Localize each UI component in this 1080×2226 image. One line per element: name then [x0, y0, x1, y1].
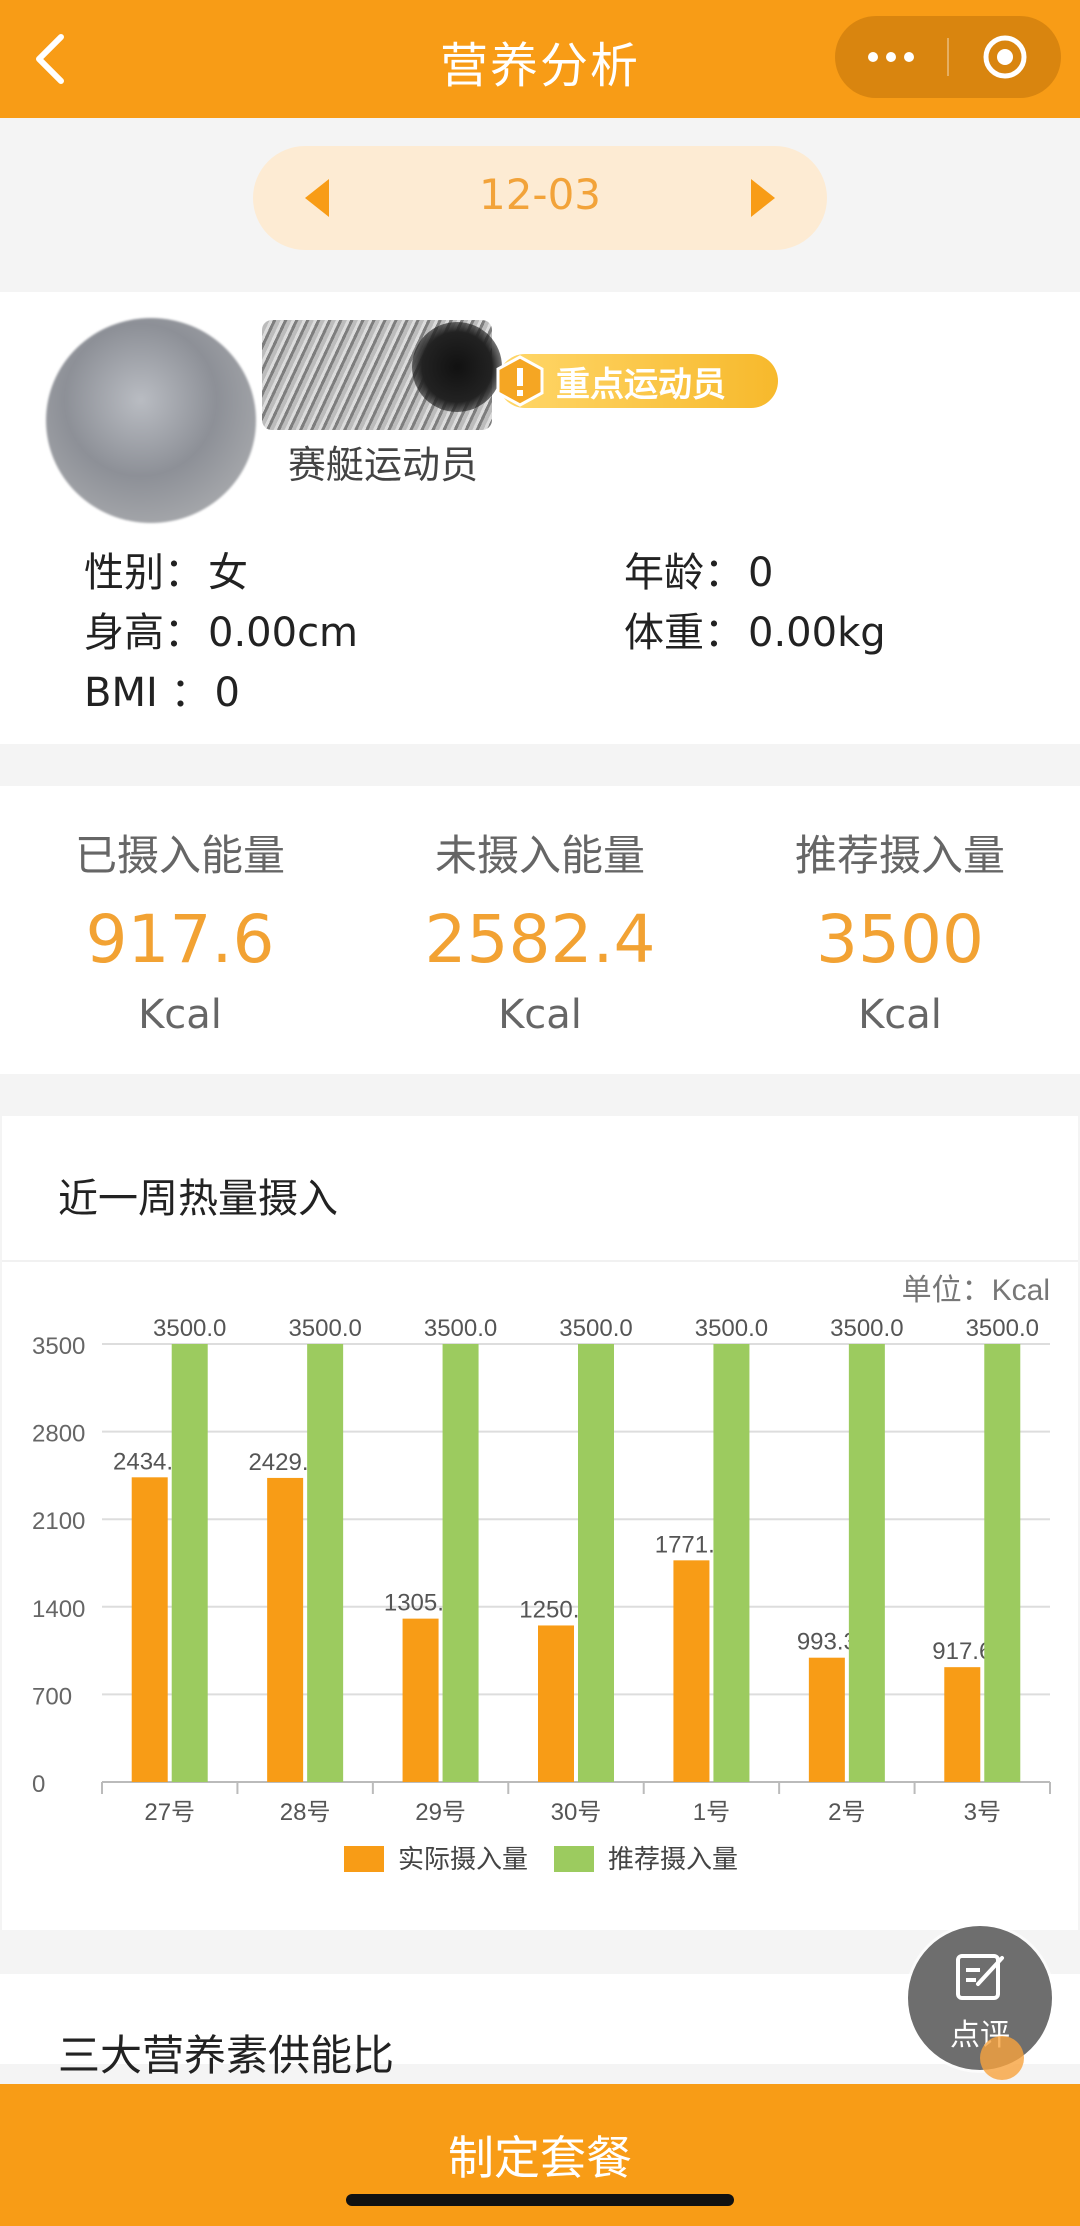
recommended-intake-bar: [848, 1344, 885, 1782]
more-dot: [886, 52, 896, 62]
bar-data-label: 3500.0: [424, 1315, 497, 1342]
close-button[interactable]: [949, 16, 1061, 98]
weight-row: 体重： 0.00kg: [624, 600, 886, 658]
energy-consumed-value: 917.6: [85, 901, 275, 978]
bmi-value: 0: [214, 670, 240, 716]
x-tick-label: 30号: [551, 1799, 602, 1826]
energy-remaining-label: 未摄入能量: [434, 831, 645, 880]
y-tick-label: 1400: [32, 1596, 85, 1623]
weekly-intake-chart: 单位：Kcal0700140021002800350027号2434.73500…: [32, 1274, 1051, 1874]
comment-indicator-dot: [980, 2036, 1024, 2080]
chart-unit-label: 单位：Kcal: [902, 1274, 1050, 1307]
bmi-row: BMI ： 0: [84, 660, 240, 718]
recommended-intake-bar: [442, 1344, 479, 1782]
y-tick-label: 0: [32, 1771, 45, 1798]
age-value: 0: [748, 550, 774, 596]
energy-recommended-unit: Kcal: [858, 992, 942, 1038]
x-tick-label: 1号: [693, 1799, 730, 1826]
energy-consumed-label: 已摄入能量: [74, 831, 285, 880]
recommended-intake-bar: [984, 1344, 1021, 1782]
legend-swatch: [344, 1846, 384, 1872]
actual-intake-bar: [944, 1667, 981, 1782]
key-athlete-badge: 重点运动员: [496, 354, 778, 408]
x-tick-label: 2号: [828, 1799, 865, 1826]
mini-program-capsule: [835, 16, 1061, 98]
y-tick-label: 2100: [32, 1508, 85, 1535]
more-dot: [904, 52, 914, 62]
bar-data-label: 3500.0: [695, 1315, 768, 1342]
recommended-intake-bar: [578, 1344, 614, 1782]
bar-data-label: 993.3: [797, 1629, 857, 1656]
legend-label: 实际摄入量: [398, 1844, 528, 1874]
triangle-right-icon: [751, 179, 775, 217]
more-button[interactable]: [835, 16, 947, 98]
more-dots-icon: [868, 52, 878, 62]
legend-label: 推荐摄入量: [608, 1844, 738, 1874]
bar-data-label: 917.6: [932, 1638, 992, 1665]
energy-remaining-value: 2582.4: [424, 901, 656, 978]
x-tick-label: 27号: [144, 1799, 195, 1826]
x-tick-label: 28号: [280, 1799, 331, 1826]
age-label: 年龄：: [624, 550, 744, 596]
comment-button[interactable]: 点评: [908, 1926, 1052, 2070]
actual-intake-bar: [673, 1560, 710, 1782]
next-day-button[interactable]: [735, 170, 791, 226]
athlete-profile-card: 重点运动员 赛艇运动员 性别：女 年龄： 0 身高： 0.00cm 体重： 0.00k…: [0, 292, 1080, 744]
y-tick-label: 3500: [32, 1333, 85, 1360]
bar-data-label: 3500.0: [966, 1315, 1039, 1342]
actual-intake-bar: [538, 1625, 574, 1782]
y-tick-label: 700: [32, 1683, 72, 1710]
energy-recommended-value: 3500: [816, 901, 984, 978]
edit-note-icon: [956, 1954, 1004, 2000]
weight-value: 0.00kg: [748, 610, 886, 656]
nutrient-ratio-title: 三大营养素供能比: [58, 2031, 395, 2080]
energy-consumed: 已摄入能量 917.6 Kcal: [0, 786, 360, 1038]
weekly-intake-card: 近一周热量摄入 单位：Kcal 0 700 1400 2100 2800 3500 27号 24…: [2, 1116, 1078, 1930]
recommended-intake-bar: [307, 1344, 344, 1782]
date-navigator: 12-03: [253, 146, 827, 250]
bar-data-label: 3500.0: [830, 1315, 903, 1342]
energy-remaining-unit: Kcal: [498, 992, 582, 1038]
avatar: [46, 318, 256, 523]
energy-consumed-unit: Kcal: [138, 992, 222, 1038]
weight-label: 体重：: [624, 610, 744, 656]
make-meal-plan-button[interactable]: 制定套餐: [0, 2122, 1080, 2188]
legend-swatch: [554, 1846, 594, 1872]
redacted-mark: [412, 322, 502, 412]
energy-recommended-label: 推荐摄入量: [794, 831, 1005, 880]
height-value: 0.00cm: [208, 610, 359, 656]
energy-summary: 已摄入能量 917.6 Kcal 未摄入能量 2582.4 Kcal 推荐摄入量…: [0, 786, 1080, 1074]
energy-remaining: 未摄入能量 2582.4 Kcal: [360, 786, 720, 1038]
height-row: 身高： 0.00cm: [84, 600, 358, 658]
bar-data-label: 3500.0: [288, 1315, 361, 1342]
age-row: 年龄： 0: [624, 540, 773, 598]
gender-value: 女: [208, 550, 248, 596]
target-close-icon: [983, 35, 1027, 79]
x-tick-label: 3号: [964, 1799, 1001, 1826]
recommended-intake-bar: [171, 1344, 208, 1782]
exclamation-shield-icon: [492, 353, 548, 409]
energy-recommended: 推荐摄入量 3500 Kcal: [720, 786, 1080, 1038]
x-tick-label: 29号: [415, 1799, 466, 1826]
badge-label: 重点运动员: [556, 364, 726, 405]
home-indicator: [346, 2194, 734, 2206]
sport-label: 赛艇运动员: [288, 443, 479, 487]
actual-intake-bar: [267, 1477, 304, 1782]
actual-intake-bar: [131, 1477, 168, 1782]
comment-label: 点评: [950, 2018, 1010, 2053]
bar-data-label: 3500.0: [559, 1315, 632, 1342]
recommended-intake-bar: [713, 1344, 750, 1782]
gender-row: 性别：女: [84, 540, 248, 598]
gender-label: 性别：: [84, 550, 204, 596]
title-bar: 营养分析: [0, 0, 1080, 118]
weekly-intake-title: 近一周热量摄入: [58, 1176, 338, 1222]
bmi-label: BMI ：: [84, 670, 211, 716]
actual-intake-bar: [402, 1618, 439, 1782]
y-tick-label: 2800: [32, 1421, 85, 1448]
bar-data-label: 3500.0: [153, 1315, 226, 1342]
height-label: 身高：: [84, 610, 204, 656]
actual-intake-bar: [808, 1657, 845, 1782]
